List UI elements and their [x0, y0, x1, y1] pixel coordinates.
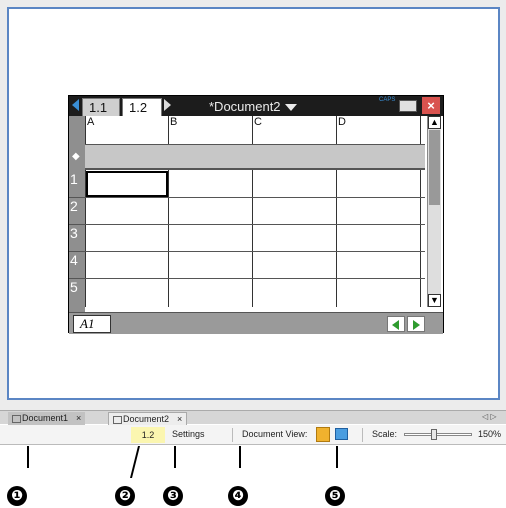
scale-value: 150%: [478, 429, 502, 439]
grid-line: [69, 278, 425, 279]
scroll-down-icon[interactable]: ▼: [428, 294, 441, 307]
caps-indicator: CAPS: [379, 97, 396, 103]
callout-3: ❸: [163, 486, 183, 506]
column-header-c[interactable]: C: [252, 116, 336, 144]
document-tab-label: Document1: [22, 413, 69, 423]
callout-4: ❹: [228, 486, 248, 506]
callout-leader: [130, 446, 140, 478]
cell-reference[interactable]: A1: [73, 315, 111, 333]
row-header-5[interactable]: 5: [70, 279, 78, 295]
page-tab-1-2[interactable]: 1.2: [122, 98, 162, 116]
divider: [362, 428, 363, 442]
row-header-1[interactable]: 1: [70, 171, 78, 187]
document-title[interactable]: *Document2: [209, 98, 297, 115]
document-tab-strip: Document1 × Document2 × ◁ ▷: [0, 410, 506, 425]
scale-slider-knob[interactable]: [431, 429, 437, 440]
column-header-a[interactable]: A: [85, 116, 167, 144]
grid-line: [69, 251, 425, 252]
formula-row[interactable]: [85, 144, 425, 170]
document-icon: [113, 415, 122, 424]
column-header-d[interactable]: D: [336, 116, 420, 144]
vertical-scrollbar[interactable]: ▲ ▼: [427, 116, 441, 307]
scale-label: Scale:: [372, 429, 398, 439]
close-page-button[interactable]: ×: [422, 97, 440, 114]
row-header-3[interactable]: 3: [70, 225, 78, 241]
handheld-screen: 1.1 1.2 *Document2 CAPS × A B C D ◆ 1 2 …: [68, 95, 444, 334]
scroll-thumb[interactable]: [429, 130, 440, 205]
close-icon[interactable]: ×: [76, 413, 81, 423]
callout-5: ❺: [325, 486, 345, 506]
scroll-left-icon[interactable]: [387, 316, 405, 332]
status-bar: 1.2 Settings Document View: Scale: 150%: [0, 425, 506, 445]
grid-line: [69, 197, 425, 198]
handheld-titlebar: 1.1 1.2 *Document2 CAPS ×: [69, 96, 443, 116]
app-root: 1.1 1.2 *Document2 CAPS × A B C D ◆ 1 2 …: [0, 0, 506, 508]
row-header-2[interactable]: 2: [70, 198, 78, 214]
previous-tab-arrow-icon[interactable]: [72, 99, 79, 111]
scale-slider[interactable]: [404, 429, 472, 440]
document-title-text: *Document2: [209, 99, 281, 114]
divider: [232, 428, 233, 442]
tab-scroll-arrows-icon[interactable]: ◁ ▷: [482, 412, 497, 421]
close-icon[interactable]: ×: [177, 414, 182, 424]
column-header-b[interactable]: B: [168, 116, 252, 144]
settings-button[interactable]: Settings: [172, 429, 205, 439]
callout-leader: [174, 446, 176, 468]
selected-cell-a1[interactable]: [86, 171, 168, 197]
callout-1: ❶: [7, 486, 27, 506]
document-tab-1[interactable]: Document1 ×: [8, 412, 86, 425]
row-header-4[interactable]: 4: [70, 252, 78, 268]
scroll-right-icon[interactable]: [407, 316, 425, 332]
handheld-view-button[interactable]: [316, 427, 330, 442]
grid-line: [69, 224, 425, 225]
page-tab-1-1[interactable]: 1.1: [82, 98, 120, 116]
next-tab-arrow-icon[interactable]: [164, 99, 171, 111]
document-tab-label: Document2: [123, 414, 170, 424]
document-icon: [12, 414, 21, 423]
spreadsheet-grid: A B C D ◆ 1 2 3 4 5 ▲ ▼: [69, 116, 443, 312]
chevron-down-icon: [284, 104, 297, 112]
callout-leader: [336, 446, 338, 468]
document-tab-2[interactable]: Document2 ×: [108, 412, 188, 425]
callout-2: ❷: [115, 486, 135, 506]
formula-row-marker: ◆: [72, 151, 80, 162]
page-number: 1.2: [131, 427, 165, 443]
document-view-label: Document View:: [242, 429, 308, 439]
callout-leader: [239, 446, 241, 468]
handheld-bottombar: A1: [69, 312, 443, 334]
callout-leader: [27, 446, 29, 468]
battery-icon: [399, 100, 417, 112]
computer-view-button[interactable]: [335, 428, 348, 440]
scroll-up-icon[interactable]: ▲: [428, 116, 441, 129]
